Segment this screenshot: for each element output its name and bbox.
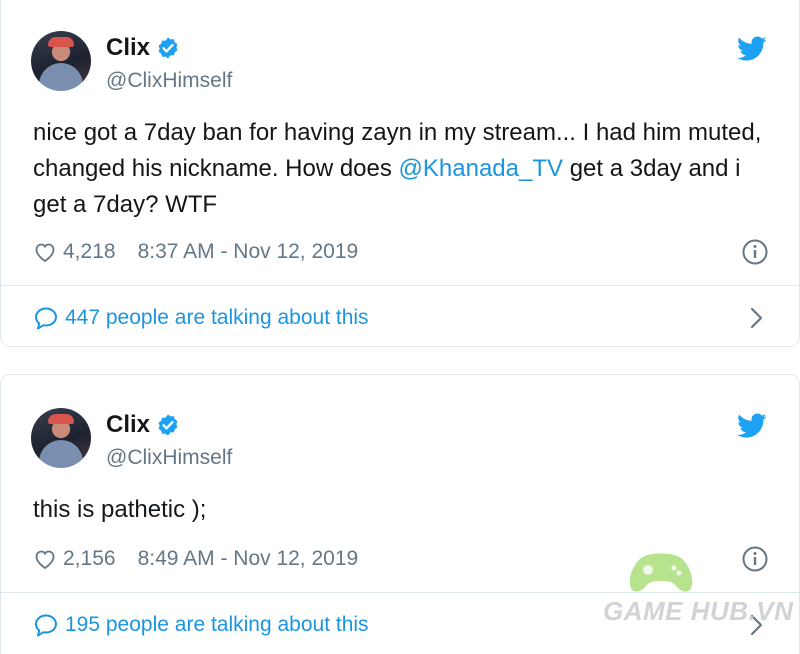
- verified-badge-icon: [158, 37, 178, 59]
- avatar[interactable]: [31, 408, 91, 468]
- heart-icon[interactable]: [33, 547, 57, 571]
- verified-badge-icon: [158, 414, 178, 436]
- tweet-text: this is pathetic );: [33, 492, 771, 528]
- talking-about-link[interactable]: 447 people are talking about this: [33, 305, 369, 331]
- like-count[interactable]: 4,218: [63, 240, 116, 264]
- heart-icon[interactable]: [33, 240, 57, 264]
- twitter-bird-icon[interactable]: [737, 413, 767, 439]
- timestamp[interactable]: 8:49 AM - Nov 12, 2019: [138, 547, 359, 571]
- author-handle[interactable]: @ClixHimself: [106, 69, 232, 93]
- speech-bubble-icon: [35, 614, 57, 637]
- talking-count-label: 447 people are talking about this: [65, 306, 369, 329]
- display-name[interactable]: Clix: [106, 34, 150, 62]
- mention-link[interactable]: @Khanada_TV: [399, 155, 563, 182]
- chevron-right-icon[interactable]: [747, 305, 765, 331]
- timestamp[interactable]: 8:37 AM - Nov 12, 2019: [138, 240, 359, 264]
- gamepad-icon: [629, 553, 693, 592]
- display-name[interactable]: Clix: [106, 411, 150, 439]
- like-count[interactable]: 2,156: [63, 547, 116, 571]
- tweet-meta-row: 4,218 8:37 AM - Nov 12, 2019: [33, 240, 358, 264]
- talking-about-link[interactable]: 195 people are talking about this: [33, 612, 369, 638]
- divider: [1, 285, 799, 286]
- author-name-row[interactable]: Clix: [106, 34, 180, 62]
- tweet-meta-row: 2,156 8:49 AM - Nov 12, 2019: [33, 547, 358, 571]
- avatar[interactable]: [31, 31, 91, 91]
- tweet-text-part: this is pathetic );: [33, 496, 207, 523]
- watermark-text: GAME HUB.VN: [603, 596, 794, 626]
- tweet-card: Clix @ClixHimself nice got a 7day ban fo…: [0, 0, 800, 347]
- tweet-text: nice got a 7day ban for having zayn in m…: [33, 115, 771, 223]
- author-handle[interactable]: @ClixHimself: [106, 446, 232, 470]
- author-name-row[interactable]: Clix: [106, 411, 180, 439]
- watermark-logo: GAME HUB.VN: [603, 548, 793, 638]
- speech-bubble-icon: [35, 307, 57, 330]
- info-icon[interactable]: [741, 238, 769, 266]
- talking-count-label: 195 people are talking about this: [65, 613, 369, 636]
- twitter-bird-icon[interactable]: [737, 36, 767, 62]
